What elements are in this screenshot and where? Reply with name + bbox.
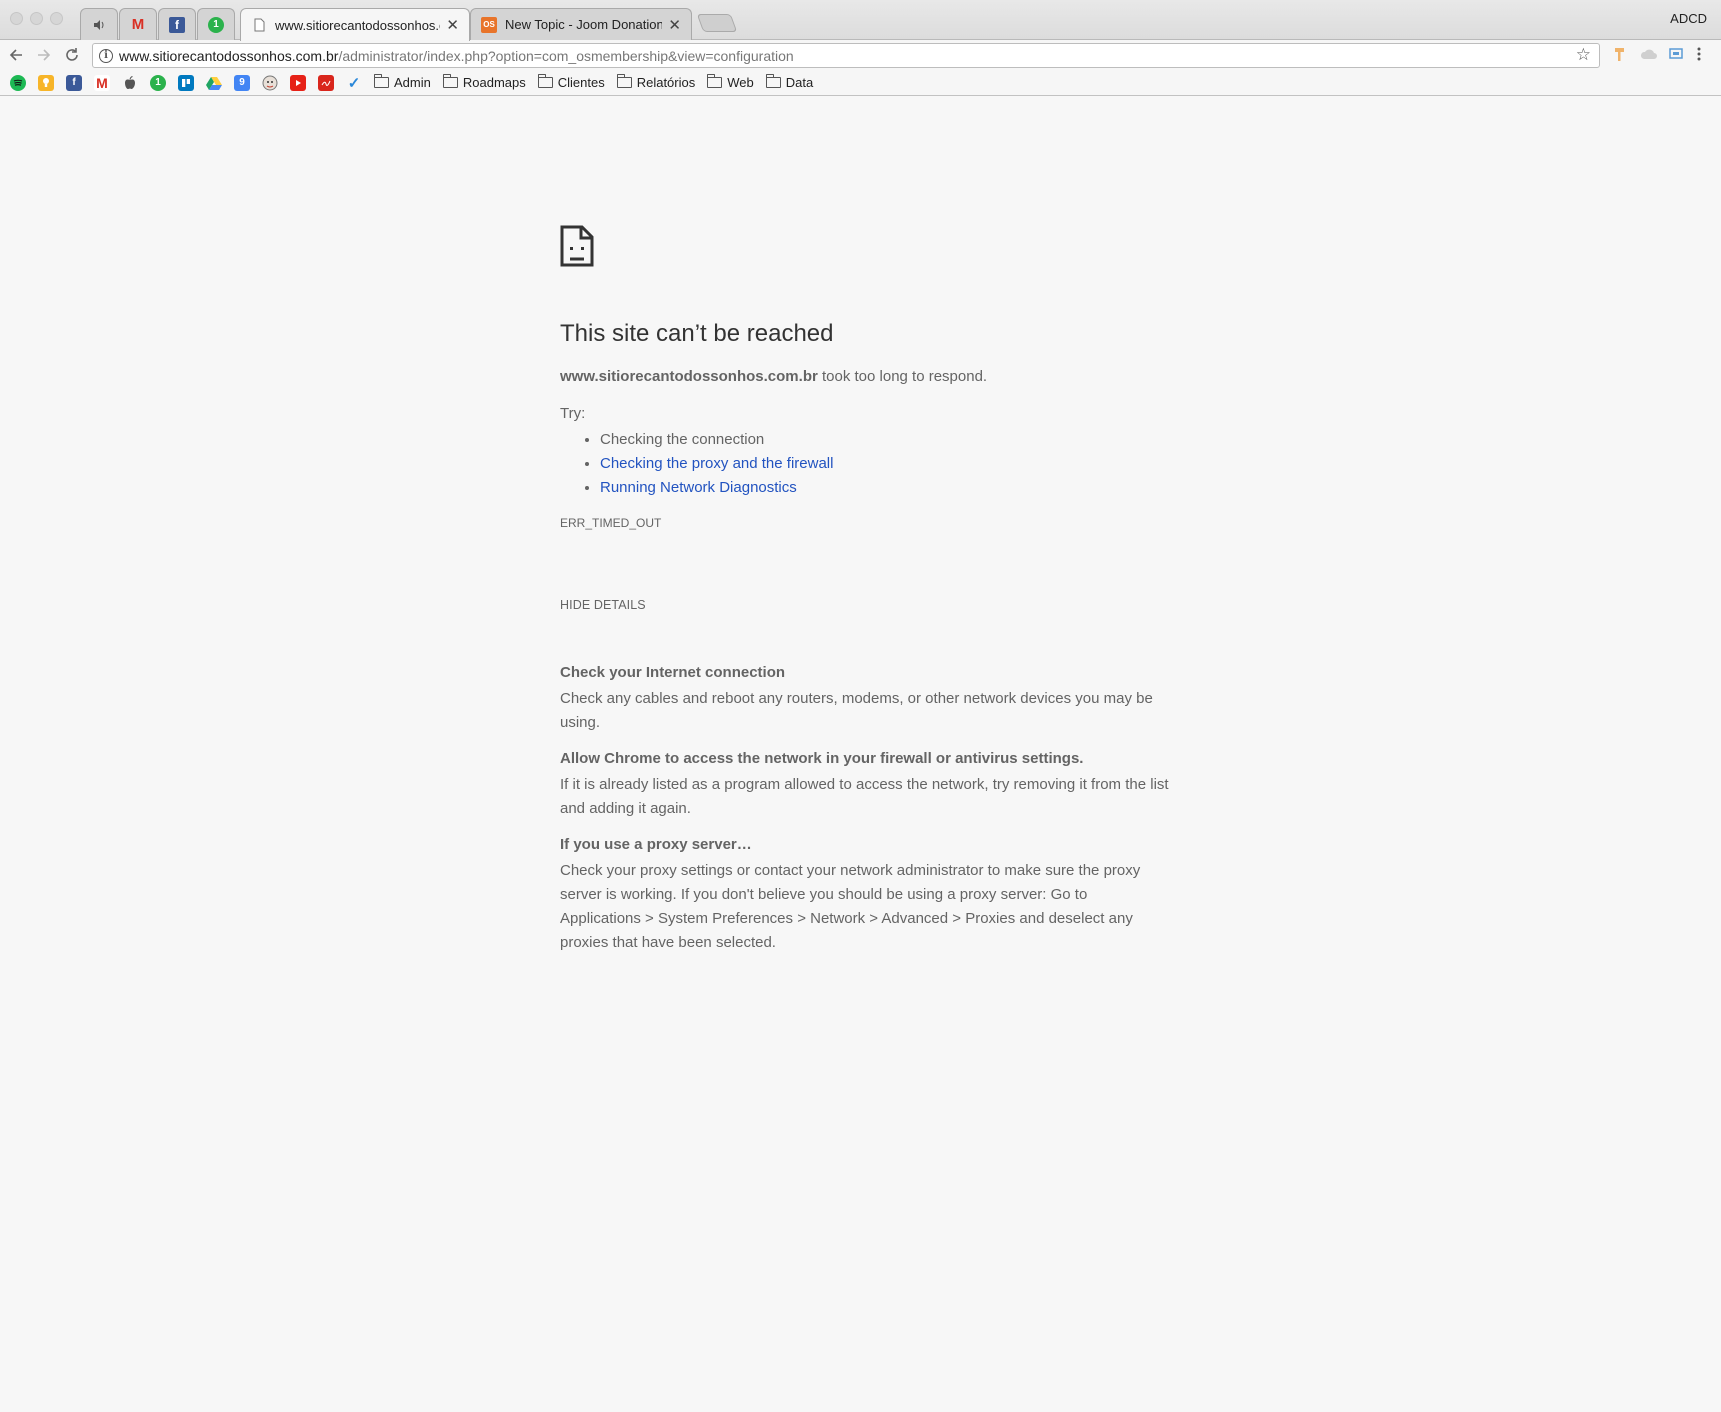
minimize-window-button[interactable] bbox=[30, 12, 43, 25]
close-tab-icon[interactable]: ✕ bbox=[446, 16, 459, 34]
tab-active-site[interactable]: www.sitiorecantodossonhos.co ✕ bbox=[240, 8, 470, 41]
bookmarks-bar: f M 1 9 ✓ Admin Roadmaps Clientes Relató… bbox=[0, 70, 1721, 96]
tab-joom-donation[interactable]: OS New Topic - Joom Donation - . ✕ bbox=[470, 8, 692, 40]
forward-button[interactable] bbox=[33, 44, 55, 66]
menu-kebab-icon[interactable] bbox=[1696, 46, 1704, 62]
gmail-icon[interactable]: M bbox=[94, 74, 110, 91]
details-heading-internet: Check your Internet connection bbox=[560, 664, 786, 681]
details-body-proxy: Check your proxy settings or contact you… bbox=[560, 862, 1141, 951]
reload-button[interactable] bbox=[61, 44, 83, 66]
extension-cast-icon[interactable] bbox=[1668, 46, 1684, 62]
bookmark-folder-roadmaps[interactable]: Roadmaps bbox=[442, 74, 526, 90]
tab-pinned-audio[interactable] bbox=[80, 8, 118, 40]
apple-icon[interactable] bbox=[122, 75, 138, 91]
facebook-icon: f bbox=[169, 16, 185, 33]
bookmark-folder-web[interactable]: Web bbox=[707, 74, 754, 90]
details-heading-firewall: Allow Chrome to access the network in yo… bbox=[560, 750, 1084, 767]
bookmark-star-icon[interactable]: ☆ bbox=[1576, 45, 1591, 65]
error-code: ERR_TIMED_OUT bbox=[560, 516, 662, 530]
folder-icon bbox=[707, 74, 723, 88]
suggestion-check-proxy: Checking the proxy and the firewall bbox=[600, 454, 1170, 473]
tab-pinned-gmail[interactable]: M bbox=[119, 8, 157, 40]
folder-icon bbox=[765, 74, 781, 88]
info-icon[interactable]: i bbox=[99, 48, 113, 63]
address-bar[interactable]: i www.sitiorecantodossonhos.com.br/admin… bbox=[92, 43, 1600, 68]
profile-name[interactable]: ADCD bbox=[1670, 11, 1707, 26]
extension-cloud-icon[interactable] bbox=[1640, 46, 1657, 62]
tab-strip: M f 1 www.sitiorecantodossonhos.co ✕ OS … bbox=[0, 0, 1721, 41]
details-heading-proxy: If you use a proxy server… bbox=[560, 836, 752, 853]
trello-icon[interactable] bbox=[178, 74, 194, 91]
url-path: /administrator/index.php?option=com_osme… bbox=[338, 47, 794, 64]
1password-icon[interactable]: 1 bbox=[150, 74, 166, 91]
error-message: took too long to respond. bbox=[817, 368, 988, 385]
toolbar: i www.sitiorecantodossonhos.com.br/admin… bbox=[0, 40, 1721, 70]
network-diagnostics-link[interactable]: Running Network Diagnostics bbox=[600, 479, 797, 496]
tab-title: New Topic - Joom Donation - . bbox=[505, 17, 663, 32]
details-body-firewall: If it is already listed as a program all… bbox=[560, 776, 1169, 817]
sad-page-icon bbox=[560, 225, 594, 267]
facebook-icon[interactable]: f bbox=[66, 74, 82, 91]
hide-details-button[interactable]: HIDE DETAILS bbox=[560, 598, 646, 612]
try-label: Try: bbox=[560, 405, 586, 422]
folder-icon bbox=[537, 74, 553, 88]
url-host: www.sitiorecantodossonhos.com.br bbox=[119, 47, 339, 64]
1password-icon: 1 bbox=[208, 16, 224, 33]
drive-icon[interactable] bbox=[206, 75, 222, 91]
bookmark-folder-admin[interactable]: Admin bbox=[374, 74, 431, 90]
bookmark-folder-clientes[interactable]: Clientes bbox=[537, 74, 605, 90]
calendar-icon[interactable]: 9 bbox=[234, 74, 250, 91]
bookmark-folder-relatorios[interactable]: Relatórios bbox=[616, 74, 695, 90]
reload-icon bbox=[66, 48, 78, 61]
spotify-icon[interactable] bbox=[10, 74, 26, 91]
arrow-right-icon bbox=[38, 49, 51, 61]
bookmark-folder-data[interactable]: Data bbox=[765, 74, 813, 90]
details-body-internet: Check any cables and reboot any routers,… bbox=[560, 690, 1153, 731]
tab-title: www.sitiorecantodossonhos.co bbox=[275, 17, 441, 33]
os-favicon-icon: OS bbox=[481, 16, 497, 33]
tab-pinned-facebook[interactable]: f bbox=[158, 8, 196, 40]
suggestion-network-diagnostics: Running Network Diagnostics bbox=[600, 478, 1170, 497]
folder-icon bbox=[374, 74, 389, 88]
check-proxy-link[interactable]: Checking the proxy and the firewall bbox=[600, 455, 833, 472]
close-tab-icon[interactable]: ✕ bbox=[668, 16, 681, 34]
speaker-icon bbox=[91, 17, 107, 33]
pdf-icon[interactable] bbox=[318, 74, 334, 91]
keep-icon[interactable] bbox=[38, 74, 54, 91]
new-tab-button[interactable] bbox=[696, 14, 738, 32]
wunderlist-icon[interactable]: ✓ bbox=[346, 75, 362, 92]
tab-pinned-1password[interactable]: 1 bbox=[197, 8, 235, 40]
close-window-button[interactable] bbox=[10, 12, 23, 25]
folder-icon bbox=[616, 74, 632, 88]
gmail-icon: M bbox=[131, 16, 145, 33]
error-page: This site can’t be reached www.sitioreca… bbox=[560, 225, 1170, 970]
extension-hammer-icon[interactable] bbox=[1612, 46, 1628, 62]
suggestion-check-connection: Checking the connection bbox=[600, 430, 1170, 449]
back-button[interactable] bbox=[5, 44, 27, 66]
suggestions-list: Checking the connection Checking the pro… bbox=[600, 430, 1170, 497]
zoom-window-button[interactable] bbox=[50, 12, 63, 25]
error-title: This site can’t be reached bbox=[560, 320, 834, 347]
github-icon[interactable] bbox=[262, 75, 278, 91]
error-host: www.sitiorecantodossonhos.com.br bbox=[560, 368, 818, 385]
arrow-left-icon bbox=[9, 49, 22, 61]
error-summary: www.sitiorecantodossonhos.com.br took to… bbox=[560, 368, 1170, 385]
document-icon bbox=[251, 17, 267, 33]
error-details: Check your Internet connection Check any… bbox=[560, 664, 1170, 955]
folder-icon bbox=[442, 74, 458, 88]
youtube-icon[interactable] bbox=[290, 74, 306, 91]
